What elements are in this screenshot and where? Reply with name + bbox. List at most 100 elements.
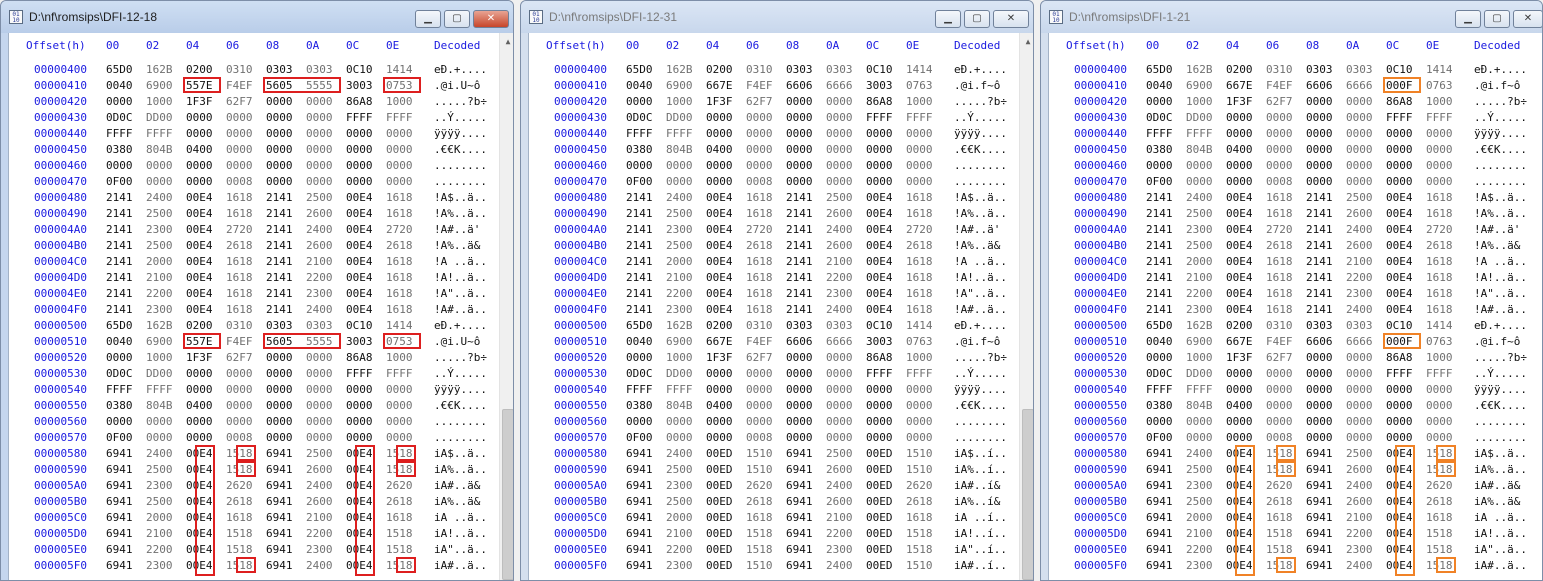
hex-cell[interactable]: 2141 <box>106 270 133 286</box>
hex-cell[interactable]: 1618 <box>386 286 413 302</box>
hex-cell[interactable]: 0000 <box>226 158 253 174</box>
hex-cell[interactable]: 0000 <box>1306 414 1333 430</box>
decoded-text[interactable]: .€€K.... <box>954 142 1007 158</box>
hex-cell[interactable]: FFFF <box>1426 110 1453 126</box>
hex-cell[interactable]: 2300 <box>1186 478 1213 494</box>
hex-cell[interactable]: 1414 <box>906 62 933 78</box>
hex-cell[interactable]: 0000 <box>866 174 893 190</box>
hex-cell[interactable]: 0000 <box>186 430 213 446</box>
decoded-text[interactable]: iA"..ä.. <box>1474 542 1527 558</box>
hex-cell[interactable]: FFFF <box>346 366 373 382</box>
hex-cell[interactable]: 2620 <box>226 478 253 494</box>
hex-cell[interactable]: 62F7 <box>746 94 773 110</box>
hex-cell[interactable]: 0D0C <box>1146 366 1173 382</box>
hex-cell[interactable]: 1000 <box>386 94 413 110</box>
hex-cell[interactable]: 2200 <box>666 542 693 558</box>
hex-cell[interactable]: 1618 <box>746 286 773 302</box>
hex-cell[interactable]: 2400 <box>826 302 853 318</box>
hex-cell[interactable]: 3003 <box>346 78 373 94</box>
decoded-text[interactable]: eÐ.+.... <box>954 318 1007 334</box>
hex-cell[interactable]: 00E4 <box>186 558 213 574</box>
hex-cell[interactable]: 00ED <box>866 526 893 542</box>
hex-cell[interactable]: 0040 <box>1146 78 1173 94</box>
hex-cell[interactable]: 2720 <box>746 222 773 238</box>
hex-cell[interactable]: 62F7 <box>746 350 773 366</box>
hex-cell[interactable]: 2141 <box>626 238 653 254</box>
decoded-text[interactable]: !A"..ä.. <box>954 286 1007 302</box>
hex-cell[interactable]: 0000 <box>266 414 293 430</box>
hex-cell[interactable]: 1510 <box>906 446 933 462</box>
hex-cell[interactable]: 0000 <box>826 94 853 110</box>
hex-cell[interactable]: 0000 <box>106 94 133 110</box>
hex-cell[interactable]: 2141 <box>106 190 133 206</box>
hex-cell[interactable]: 00E4 <box>186 446 213 462</box>
hex-cell[interactable]: 2300 <box>826 542 853 558</box>
hex-cell[interactable]: 00E4 <box>1226 222 1253 238</box>
hex-cell[interactable]: 2620 <box>906 478 933 494</box>
hex-cell[interactable]: 2500 <box>666 494 693 510</box>
hex-cell[interactable]: 2618 <box>1266 238 1293 254</box>
hex-cell[interactable]: 0303 <box>1346 62 1373 78</box>
hex-cell[interactable]: 5605 <box>266 78 293 94</box>
hex-cell[interactable]: 2400 <box>306 302 333 318</box>
hex-cell[interactable]: 0200 <box>1226 318 1253 334</box>
hex-cell[interactable]: DD00 <box>1186 110 1213 126</box>
hex-cell[interactable]: 0000 <box>1306 158 1333 174</box>
hex-cell[interactable]: 6941 <box>1306 494 1333 510</box>
decoded-text[interactable]: iA"..ä.. <box>434 542 487 558</box>
decoded-text[interactable]: .@i.f~ô <box>1474 334 1520 350</box>
hex-cell[interactable]: 0000 <box>826 174 853 190</box>
hex-cell[interactable]: 0380 <box>1146 142 1173 158</box>
hex-cell[interactable]: 0000 <box>1386 398 1413 414</box>
hex-cell[interactable]: 0000 <box>306 382 333 398</box>
hex-cell[interactable]: 00E4 <box>346 462 373 478</box>
hex-cell[interactable]: 0200 <box>706 62 733 78</box>
hex-cell[interactable]: 2618 <box>1266 494 1293 510</box>
hex-cell[interactable]: 0000 <box>306 430 333 446</box>
hex-cell[interactable]: 6941 <box>786 478 813 494</box>
hex-cell[interactable]: 0D0C <box>626 366 653 382</box>
hex-cell[interactable]: FFFF <box>626 382 653 398</box>
hex-cell[interactable]: 6941 <box>626 446 653 462</box>
hex-cell[interactable]: 00E4 <box>1386 238 1413 254</box>
hex-cell[interactable]: 0000 <box>1426 158 1453 174</box>
decoded-text[interactable]: .@i.U~ô <box>434 334 480 350</box>
hex-cell[interactable]: 6941 <box>1306 478 1333 494</box>
hex-cell[interactable]: 6941 <box>1146 478 1173 494</box>
hex-cell[interactable]: 0000 <box>746 126 773 142</box>
hex-cell[interactable]: 0000 <box>106 158 133 174</box>
hex-cell[interactable]: 0000 <box>386 126 413 142</box>
decoded-text[interactable]: !A#..ä' <box>1474 222 1520 238</box>
hex-cell[interactable]: 0000 <box>1426 382 1453 398</box>
hex-cell[interactable]: 0000 <box>1146 350 1173 366</box>
decoded-text[interactable]: iA#..ä& <box>1474 478 1520 494</box>
hex-cell[interactable]: 0000 <box>306 366 333 382</box>
hex-cell[interactable]: 6941 <box>106 446 133 462</box>
hex-cell[interactable]: 2500 <box>1346 190 1373 206</box>
hex-cell[interactable]: 6606 <box>786 334 813 350</box>
decoded-text[interactable]: iA%..ä& <box>1474 494 1520 510</box>
hex-cell[interactable]: 00ED <box>866 558 893 574</box>
hex-cell[interactable]: 86A8 <box>346 94 373 110</box>
hex-cell[interactable]: 6941 <box>106 462 133 478</box>
hex-cell[interactable]: 2141 <box>626 206 653 222</box>
hex-cell[interactable]: 0000 <box>1226 430 1253 446</box>
hex-cell[interactable]: 2618 <box>906 238 933 254</box>
hex-cell[interactable]: 2141 <box>266 206 293 222</box>
hex-cell[interactable]: 0310 <box>746 62 773 78</box>
hex-cell[interactable]: 3003 <box>346 334 373 350</box>
hex-cell[interactable]: 0000 <box>906 430 933 446</box>
hex-cell[interactable]: 2618 <box>1426 238 1453 254</box>
hex-cell[interactable]: 00E4 <box>186 222 213 238</box>
hex-cell[interactable]: 0000 <box>706 174 733 190</box>
hex-cell[interactable]: 6666 <box>826 78 853 94</box>
hex-cell[interactable]: 6900 <box>666 334 693 350</box>
hex-cell[interactable]: 6941 <box>266 542 293 558</box>
hex-cell[interactable]: 1510 <box>746 558 773 574</box>
hex-cell[interactable]: 0000 <box>1226 382 1253 398</box>
hex-cell[interactable]: 0000 <box>746 414 773 430</box>
hex-cell[interactable]: 0008 <box>746 174 773 190</box>
decoded-text[interactable]: !A#..ä.. <box>954 302 1007 318</box>
hex-cell[interactable]: 1518 <box>746 526 773 542</box>
hex-cell[interactable]: DD00 <box>1186 366 1213 382</box>
